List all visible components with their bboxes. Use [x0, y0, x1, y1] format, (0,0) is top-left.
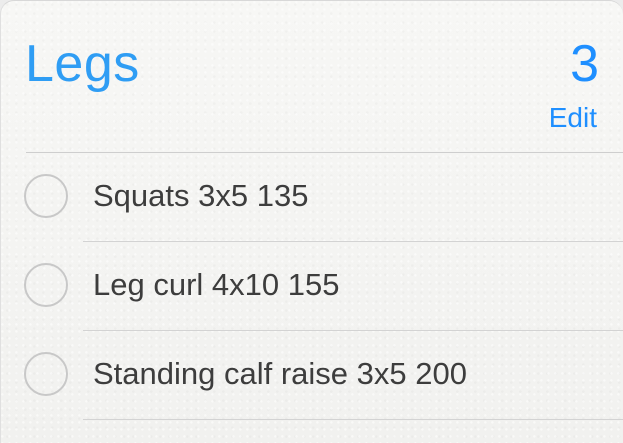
list-item-label: Squats 3x5 135: [93, 178, 309, 213]
reminder-list: Squats 3x5 135 Leg curl 4x10 155 Standin…: [1, 153, 623, 420]
list-item[interactable]: Squats 3x5 135: [1, 153, 623, 242]
list-item[interactable]: Standing calf raise 3x5 200: [1, 331, 623, 420]
row-divider: [83, 419, 623, 420]
list-item[interactable]: Leg curl 4x10 155: [1, 242, 623, 331]
edit-button[interactable]: Edit: [549, 101, 597, 135]
reminders-card: Legs 3 Edit Squats 3x5 135 Leg curl 4x10…: [0, 0, 623, 443]
list-title: Legs: [25, 35, 140, 93]
completion-checkbox[interactable]: [24, 352, 68, 396]
list-item-label: Leg curl 4x10 155: [93, 267, 340, 302]
item-count: 3: [570, 35, 599, 93]
list-item-label: Standing calf raise 3x5 200: [93, 356, 467, 391]
completion-checkbox[interactable]: [24, 174, 68, 218]
completion-checkbox[interactable]: [24, 263, 68, 307]
